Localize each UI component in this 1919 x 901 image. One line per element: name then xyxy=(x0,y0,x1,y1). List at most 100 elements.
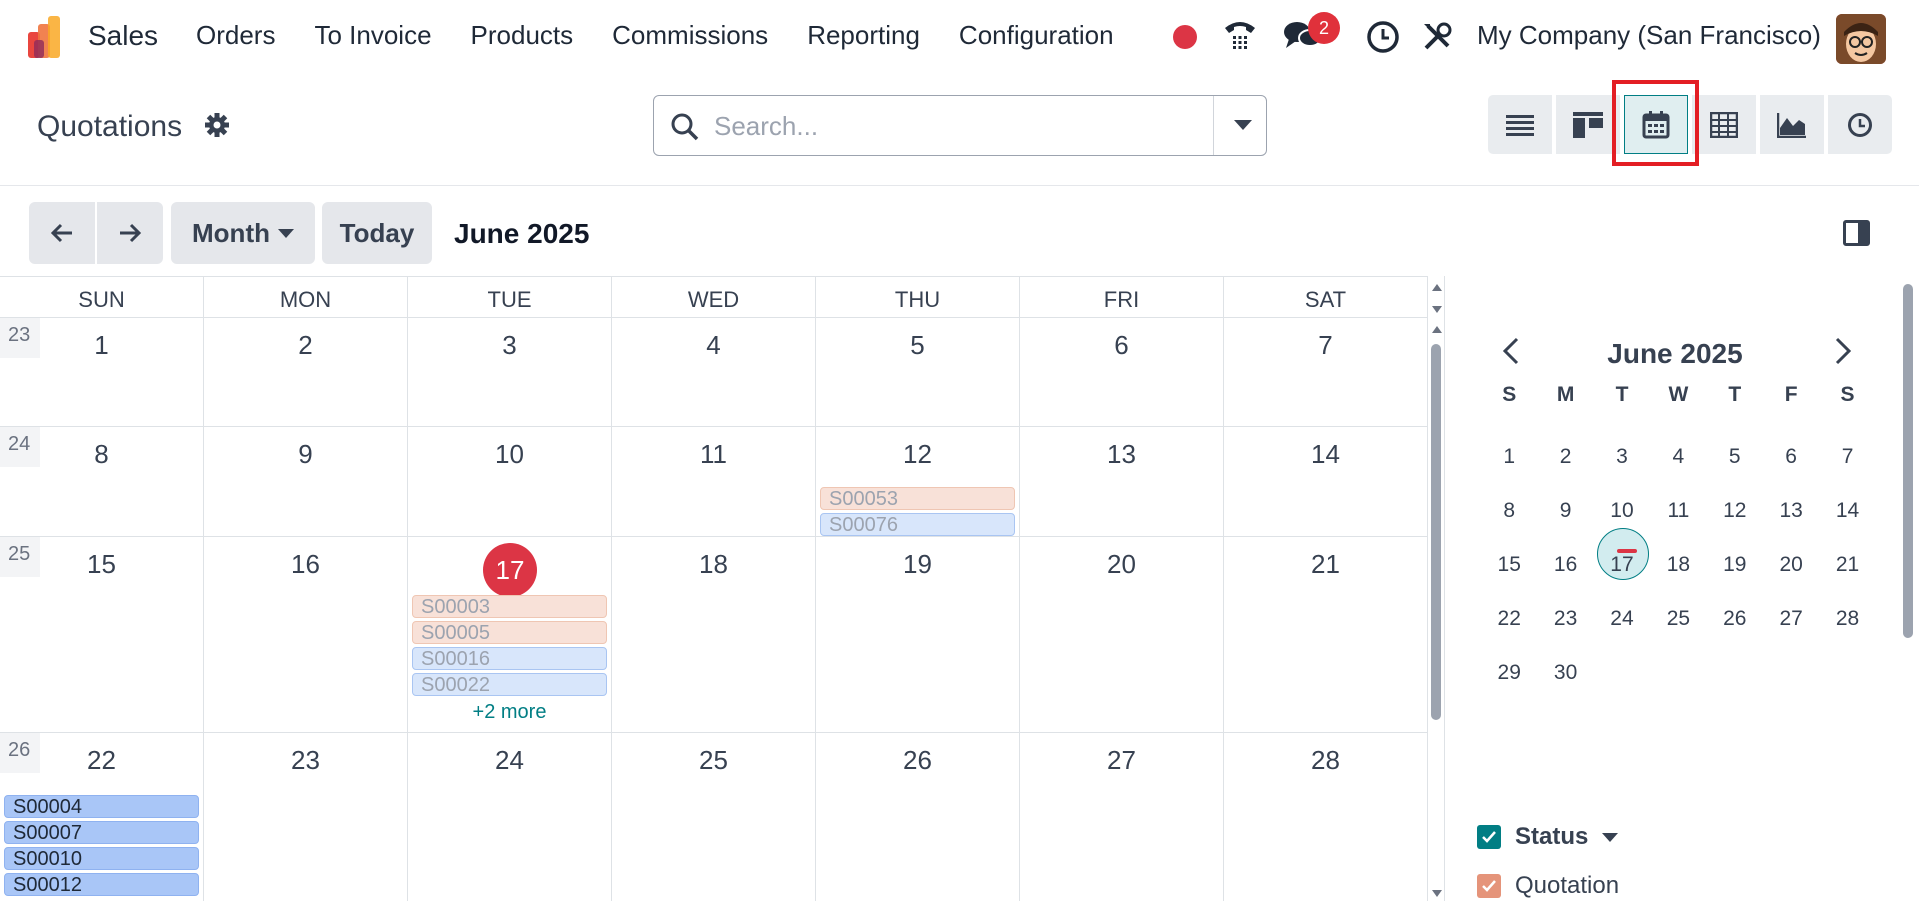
calendar-scrollbar[interactable] xyxy=(1428,276,1444,901)
mini-day[interactable]: 5 xyxy=(1707,445,1763,469)
mini-day[interactable]: 3 xyxy=(1594,445,1650,469)
menu-reporting[interactable]: Reporting xyxy=(807,20,920,51)
mini-day[interactable]: 20 xyxy=(1763,553,1819,577)
phone-icon[interactable] xyxy=(1222,18,1258,54)
day-cell[interactable]: 23 xyxy=(204,733,408,901)
calendar-event[interactable]: S00053 xyxy=(820,487,1015,510)
day-cell[interactable]: 19 xyxy=(816,537,1020,732)
day-cell[interactable]: 21 xyxy=(1224,537,1428,732)
sidebar-toggle-icon[interactable] xyxy=(1843,220,1870,246)
day-cell[interactable]: 17 S00003 S00005 S00016 S00022 +2 more xyxy=(408,537,612,732)
mini-day[interactable]: 12 xyxy=(1707,499,1763,523)
mini-day[interactable]: 16 xyxy=(1537,553,1593,577)
scale-dropdown-button[interactable]: Month xyxy=(171,202,315,264)
graph-view-button[interactable] xyxy=(1760,95,1824,154)
calendar-event[interactable]: S00012 xyxy=(4,873,199,896)
day-cell[interactable]: 13 xyxy=(1020,427,1224,536)
menu-configuration[interactable]: Configuration xyxy=(959,20,1114,51)
day-cell[interactable]: 27 xyxy=(1020,733,1224,901)
gear-icon[interactable] xyxy=(204,112,230,138)
day-cell[interactable]: 4 xyxy=(612,318,816,426)
calendar-event[interactable]: S00005 xyxy=(412,621,607,644)
day-cell[interactable]: 7 xyxy=(1224,318,1428,426)
search-input[interactable] xyxy=(714,106,1254,146)
mini-day[interactable]: 10 xyxy=(1594,499,1650,523)
day-cell[interactable]: 23 1 xyxy=(0,318,204,426)
mini-day[interactable]: 15 xyxy=(1481,553,1537,577)
more-events-link[interactable]: +2 more xyxy=(408,701,611,724)
mini-day[interactable]: 8 xyxy=(1481,499,1537,523)
scroll-up-icon[interactable] xyxy=(1432,326,1442,333)
day-cell[interactable]: 28 xyxy=(1224,733,1428,901)
calendar-event[interactable]: S00022 xyxy=(412,673,607,696)
mini-day[interactable]: 14 xyxy=(1819,499,1875,523)
scroll-up-icon[interactable] xyxy=(1432,284,1442,291)
checkbox-checked-icon[interactable] xyxy=(1477,874,1501,898)
recording-dot-icon[interactable] xyxy=(1173,25,1197,49)
day-cell[interactable]: 24 xyxy=(408,733,612,901)
calendar-event[interactable]: S00004 xyxy=(4,795,199,818)
mini-day[interactable]: 19 xyxy=(1707,553,1763,577)
menu-to-invoice[interactable]: To Invoice xyxy=(314,20,431,51)
menu-products[interactable]: Products xyxy=(471,20,574,51)
app-name[interactable]: Sales xyxy=(88,20,158,52)
menu-commissions[interactable]: Commissions xyxy=(612,20,768,51)
day-cell[interactable]: 16 xyxy=(204,537,408,732)
day-cell[interactable]: 6 xyxy=(1020,318,1224,426)
mini-day[interactable]: 1 xyxy=(1481,445,1537,469)
calendar-event[interactable]: S00003 xyxy=(412,595,607,618)
scrollbar-thumb[interactable] xyxy=(1431,344,1441,720)
activity-view-button[interactable] xyxy=(1828,95,1892,154)
day-cell[interactable]: 20 xyxy=(1020,537,1224,732)
status-filter-item[interactable]: Quotation xyxy=(1477,871,1619,901)
mini-day[interactable]: 18 xyxy=(1650,553,1706,577)
company-switcher[interactable]: My Company (San Francisco) xyxy=(1477,20,1821,51)
day-cell[interactable]: 11 xyxy=(612,427,816,536)
day-cell[interactable]: 3 xyxy=(408,318,612,426)
sales-app-logo-icon[interactable] xyxy=(26,16,70,60)
caret-down-icon[interactable] xyxy=(1602,832,1619,842)
mini-day[interactable]: 25 xyxy=(1650,607,1706,631)
mini-day-selected[interactable]: 17 xyxy=(1594,528,1650,580)
menu-orders[interactable]: Orders xyxy=(196,20,275,51)
mini-day[interactable]: 23 xyxy=(1537,607,1593,631)
mini-day[interactable]: 9 xyxy=(1537,499,1593,523)
mini-day[interactable]: 2 xyxy=(1537,445,1593,469)
calendar-event[interactable]: S00010 xyxy=(4,847,199,870)
today-button[interactable]: Today xyxy=(322,202,432,264)
status-filter-group[interactable]: Status xyxy=(1477,822,1619,852)
day-cell[interactable]: 18 xyxy=(612,537,816,732)
mini-day[interactable]: 27 xyxy=(1763,607,1819,631)
mini-day[interactable]: 22 xyxy=(1481,607,1537,631)
day-cell[interactable]: 2 xyxy=(204,318,408,426)
day-cell[interactable]: 9 xyxy=(204,427,408,536)
day-cell[interactable]: 25 xyxy=(612,733,816,901)
mini-day[interactable]: 24 xyxy=(1594,607,1650,631)
mini-day[interactable]: 11 xyxy=(1650,499,1706,523)
day-cell[interactable]: 26 22 S00004 S00007 S00010 S00012 xyxy=(0,733,204,901)
day-cell[interactable]: 5 xyxy=(816,318,1020,426)
previous-period-button[interactable] xyxy=(29,202,95,264)
checkbox-checked-icon[interactable] xyxy=(1477,825,1501,849)
next-period-button[interactable] xyxy=(97,202,163,264)
day-cell[interactable]: 26 xyxy=(816,733,1020,901)
mini-day[interactable]: 28 xyxy=(1819,607,1875,631)
mini-day[interactable]: 26 xyxy=(1707,607,1763,631)
day-cell[interactable]: 25 15 xyxy=(0,537,204,732)
day-cell[interactable]: 24 8 xyxy=(0,427,204,536)
debug-tools-icon[interactable] xyxy=(1420,20,1454,54)
scroll-down-icon[interactable] xyxy=(1432,890,1442,897)
activity-clock-icon[interactable] xyxy=(1366,20,1400,54)
sidebar-scrollbar-thumb[interactable] xyxy=(1903,284,1913,638)
mini-day[interactable]: 21 xyxy=(1819,553,1875,577)
day-cell[interactable]: 14 xyxy=(1224,427,1428,536)
chevron-right-icon[interactable] xyxy=(1833,336,1853,366)
list-view-button[interactable] xyxy=(1488,95,1552,154)
kanban-view-button[interactable] xyxy=(1556,95,1620,154)
mini-day[interactable]: 6 xyxy=(1763,445,1819,469)
calendar-event[interactable]: S00016 xyxy=(412,647,607,670)
mini-day[interactable]: 30 xyxy=(1537,661,1593,685)
calendar-event[interactable]: S00007 xyxy=(4,821,199,844)
pivot-view-button[interactable] xyxy=(1692,95,1756,154)
user-avatar[interactable] xyxy=(1836,14,1886,64)
